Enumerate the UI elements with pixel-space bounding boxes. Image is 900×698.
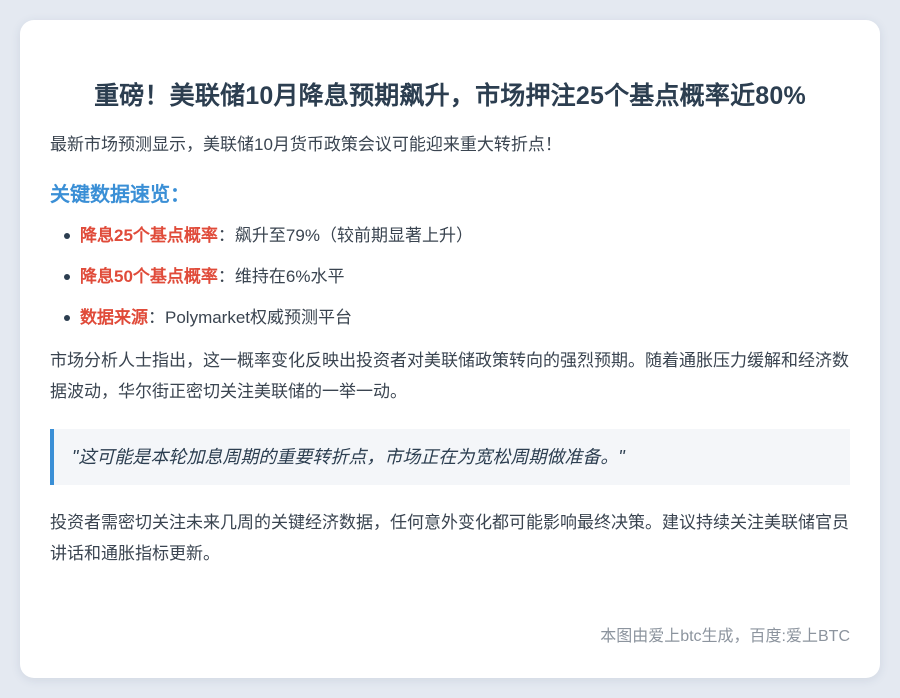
pull-quote: "这可能是本轮加息周期的重要转折点，市场正在为宽松周期做准备。" bbox=[50, 429, 850, 485]
bullet-dot-icon bbox=[64, 233, 70, 239]
key-data-item-50bp: 降息50个基点概率：维持在6%水平 bbox=[64, 263, 850, 291]
key-data-list: 降息25个基点概率：飙升至79%（较前期显著上升） 降息50个基点概率：维持在6… bbox=[50, 222, 850, 332]
section-heading: 关键数据速览： bbox=[50, 184, 190, 206]
key-data-text: ：Polymarket权威预测平台 bbox=[148, 308, 353, 327]
key-data-text: ：维持在6%水平 bbox=[217, 267, 345, 286]
bullet-dot-icon bbox=[64, 274, 70, 280]
key-data-item-source: 数据来源：Polymarket权威预测平台 bbox=[64, 304, 850, 332]
key-data-label: 数据来源 bbox=[80, 308, 148, 327]
article-title: 重磅！美联储10月降息预期飙升，市场押注25个基点概率近80% bbox=[94, 82, 806, 110]
key-data-label: 降息25个基点概率 bbox=[80, 226, 218, 245]
analysis-paragraph: 市场分析人士指出，这一概率变化反映出投资者对美联储政策转向的强烈预期。随着通胀压… bbox=[50, 351, 849, 401]
bullet-dot-icon bbox=[64, 315, 70, 321]
key-data-label: 降息50个基点概率 bbox=[80, 267, 218, 286]
article-card: 重磅！美联储10月降息预期飙升，市场押注25个基点概率近80% 最新市场预测显示… bbox=[20, 20, 880, 678]
key-data-item-25bp: 降息25个基点概率：飙升至79%（较前期显著上升） bbox=[64, 222, 850, 250]
footer-credit: 本图由爱上btc生成，百度:爱上BTC bbox=[600, 628, 850, 645]
key-data-text: ：飙升至79%（较前期显著上升） bbox=[217, 226, 473, 245]
intro-text: 最新市场预测显示，美联储10月货币政策会议可能迎来重大转折点！ bbox=[50, 135, 562, 154]
advice-paragraph: 投资者需密切关注未来几周的关键经济数据，任何意外变化都可能影响最终决策。建议持续… bbox=[50, 513, 849, 563]
